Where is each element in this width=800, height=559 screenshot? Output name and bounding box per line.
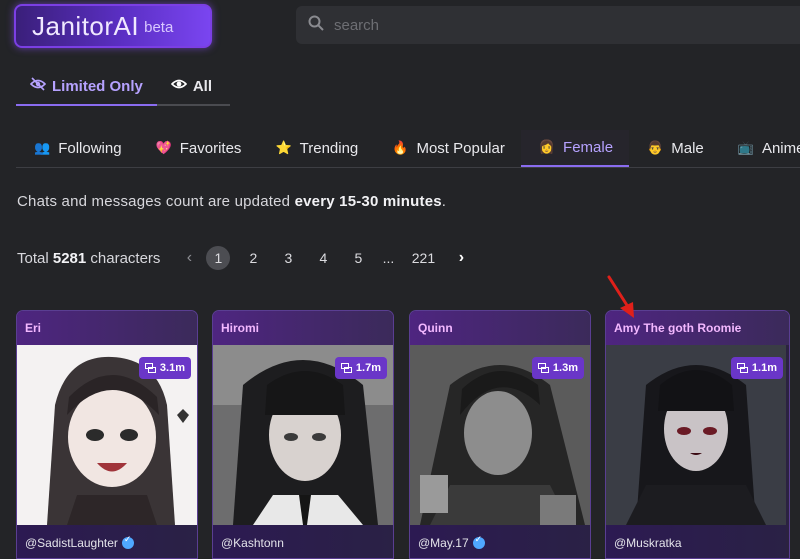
man-icon: 👨	[647, 141, 664, 156]
chat-count-badge: 1.3m	[531, 357, 584, 379]
total-prefix: Total	[17, 249, 53, 267]
chat-count: 3.1m	[159, 362, 185, 374]
star-icon: ⭐	[275, 141, 292, 156]
character-card-hiromi[interactable]: Hiromi 1.7m @Kashtonn	[212, 310, 394, 559]
chat-icon	[537, 362, 549, 373]
update-notice-suffix: .	[441, 193, 447, 210]
card-author[interactable]: @SadistLaughter	[17, 525, 197, 558]
tab-most-popular[interactable]: 🔥 Most Popular	[374, 130, 521, 167]
page-ellipsis: ...	[382, 250, 395, 266]
tab-anime[interactable]: 📺 Anime	[720, 130, 800, 167]
tab-female[interactable]: 👩 Female	[520, 130, 630, 167]
eye-slash-icon	[29, 77, 52, 95]
chat-count-badge: 1.1m	[730, 357, 783, 379]
logo-text: JanitorAI	[32, 10, 140, 41]
prev-page-chevron-icon[interactable]: ‹	[178, 249, 200, 267]
chat-count-badge: 1.7m	[334, 357, 387, 379]
card-title: Hiromi	[213, 311, 393, 345]
author-handle: @Muskratka	[614, 535, 682, 550]
card-title: Eri	[17, 311, 197, 345]
card-author[interactable]: @Kashtonn	[213, 525, 393, 558]
card-author[interactable]: @May.17	[410, 525, 590, 558]
page-5[interactable]: 5	[346, 246, 370, 270]
red-annotation-arrow-icon	[607, 275, 634, 318]
tab-following-label: Following	[58, 140, 122, 157]
page-2[interactable]: 2	[241, 246, 265, 270]
page-4[interactable]: 4	[311, 246, 335, 270]
author-handle: @SadistLaughter	[25, 535, 118, 550]
author-handle: @Kashtonn	[221, 535, 284, 550]
total-count: 5281	[52, 249, 87, 267]
tab-male[interactable]: 👨 Male	[629, 130, 720, 167]
tab-anime-label: Anime	[761, 140, 800, 157]
tv-icon: 📺	[737, 141, 754, 156]
update-notice-emphasis: every 15-30 minutes	[294, 193, 442, 210]
tab-favorites-label: Favorites	[179, 140, 242, 157]
tab-limited-only-label: Limited Only	[52, 77, 143, 95]
tab-most-popular-label: Most Popular	[416, 140, 505, 157]
chat-icon	[736, 362, 748, 373]
category-tabs: 👥 Following 💖 Favorites ⭐ Trending 🔥 Mos…	[16, 130, 800, 168]
tab-female-label: Female	[563, 139, 614, 156]
chat-icon	[340, 362, 352, 373]
total-characters: Total 5281 characters	[17, 250, 160, 267]
chat-count: 1.7m	[355, 362, 381, 374]
character-card-quinn[interactable]: Quinn 1.3m @May.17	[409, 310, 591, 559]
tab-all-label: All	[192, 77, 213, 95]
people-icon: 👥	[34, 141, 51, 156]
pagination: Total 5281 characters ‹ 1 2 3 4 5 ... 22…	[17, 244, 472, 272]
heart-icon: 💖	[155, 141, 172, 156]
author-handle: @May.17	[418, 535, 469, 550]
janitorai-logo[interactable]: JanitorAI beta	[14, 4, 212, 48]
character-card-eri[interactable]: Eri 3.1m @SadistLaughter	[16, 310, 198, 559]
search-input[interactable]	[334, 16, 734, 34]
woman-icon: 👩	[538, 140, 556, 155]
tab-trending-label: Trending	[299, 140, 359, 157]
tab-favorites[interactable]: 💖 Favorites	[138, 130, 258, 167]
chat-icon	[144, 362, 156, 373]
card-author[interactable]: @Muskratka	[606, 525, 786, 558]
tab-all[interactable]: All	[156, 68, 231, 106]
total-suffix: characters	[86, 249, 161, 267]
tab-trending[interactable]: ⭐ Trending	[257, 130, 374, 167]
tab-limited-only[interactable]: Limited Only	[16, 68, 157, 106]
update-notice: Chats and messages count are updated eve…	[17, 193, 446, 210]
chat-count: 1.1m	[751, 362, 777, 374]
card-title: Quinn	[410, 311, 590, 345]
chat-count: 1.3m	[552, 362, 578, 374]
page-1[interactable]: 1	[206, 246, 231, 270]
page-3[interactable]: 3	[276, 246, 300, 270]
verified-badge-icon	[121, 535, 134, 549]
page-221[interactable]: 221	[408, 246, 438, 270]
next-page-chevron-icon[interactable]: ›	[450, 249, 472, 267]
tab-male-label: Male	[671, 140, 704, 157]
search-bar[interactable]	[296, 6, 800, 44]
chat-count-badge: 3.1m	[138, 357, 191, 379]
verified-badge-icon	[472, 535, 485, 549]
logo-beta-label: beta	[144, 18, 174, 36]
search-icon	[308, 15, 324, 36]
fire-icon: 🔥	[392, 141, 409, 156]
visibility-filter-tabs: Limited Only All	[16, 68, 231, 106]
update-notice-prefix: Chats and messages count are updated	[17, 193, 295, 210]
character-card-amy-the-goth-roomie[interactable]: Amy The goth Roomie 1.1m @Muskratka	[605, 310, 790, 559]
tab-following[interactable]: 👥 Following	[16, 130, 138, 167]
eye-icon	[170, 77, 193, 95]
